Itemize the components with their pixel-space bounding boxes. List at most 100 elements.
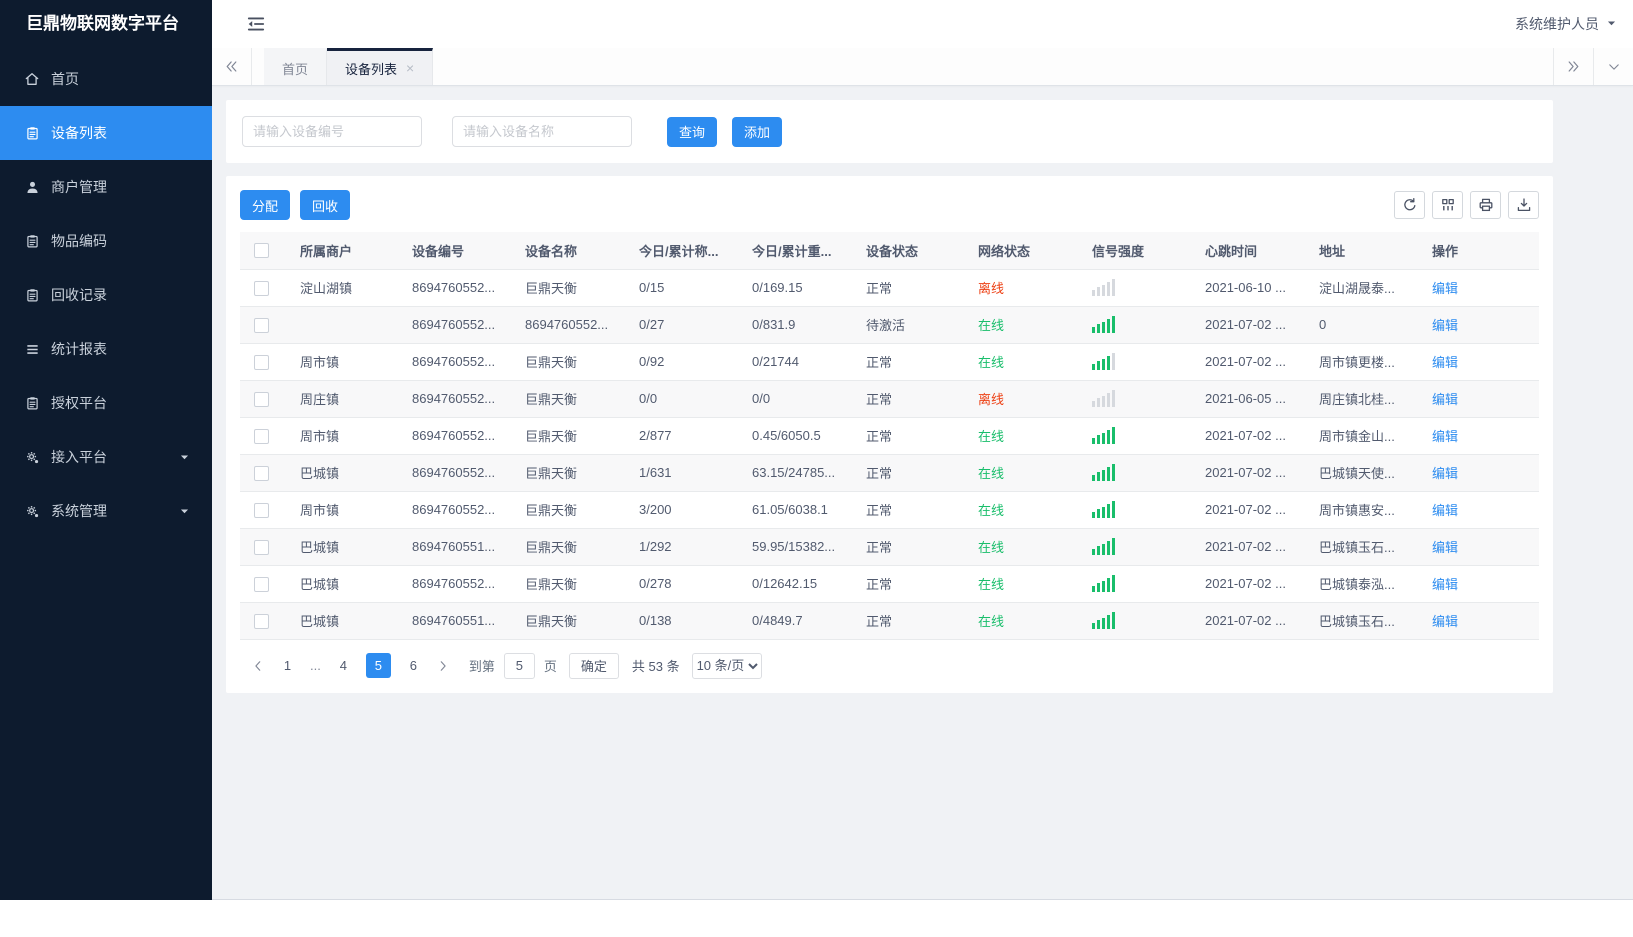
tabs-scroll-right-button[interactable] <box>1553 48 1593 85</box>
cell-count: 1/292 <box>629 528 742 566</box>
cell-device_no: 8694760552... <box>402 306 515 344</box>
cell-status: 正常 <box>856 528 968 566</box>
tab-close-icon[interactable]: × <box>406 61 414 75</box>
network-status-badge: 在线 <box>978 614 1005 629</box>
signal-strength-icon <box>1092 316 1185 333</box>
tabs-list: 首页 设备列表 × <box>264 48 434 85</box>
page-button-5[interactable]: 5 <box>365 653 391 678</box>
cell-device_name: 8694760552... <box>515 306 629 344</box>
edit-link[interactable]: 编辑 <box>1432 429 1458 444</box>
cell-count: 0/0 <box>629 380 742 418</box>
gear-icon <box>24 449 40 465</box>
sidebar-item-device-list[interactable]: 设备列表 <box>0 106 212 160</box>
prev-page-button[interactable] <box>246 653 270 679</box>
table-row: 巴城镇 8694760552... 巨鼎天衡 1/631 63.15/24785... 正… <box>240 454 1539 492</box>
refresh-button[interactable] <box>1394 191 1425 219</box>
cell-signal <box>1082 306 1195 344</box>
row-checkbox[interactable] <box>254 354 269 370</box>
row-checkbox[interactable] <box>254 576 269 592</box>
row-checkbox[interactable] <box>254 428 269 444</box>
edit-link[interactable]: 编辑 <box>1432 614 1458 629</box>
edit-link[interactable]: 编辑 <box>1432 577 1458 592</box>
sidebar-item-item-code[interactable]: 物品编码 <box>0 214 212 268</box>
signal-strength-icon <box>1092 279 1185 296</box>
signal-strength-icon <box>1092 538 1185 555</box>
cell-signal <box>1082 380 1195 418</box>
cell-signal <box>1082 565 1195 603</box>
goto-confirm-button[interactable]: 确定 <box>568 652 619 679</box>
device-no-input[interactable] <box>242 116 422 147</box>
row-checkbox[interactable] <box>254 317 269 333</box>
device-name-input[interactable] <box>452 116 632 147</box>
cell-merchant <box>290 306 402 344</box>
sidebar-item-auth-platform[interactable]: 授权平台 <box>0 376 212 430</box>
table-row: 巴城镇 8694760552... 巨鼎天衡 0/278 0/12642.15 正常 在线 2… <box>240 565 1539 603</box>
cell-device_no: 8694760551... <box>402 528 515 566</box>
column-header: 今日/累计重... <box>742 232 856 270</box>
columns-button[interactable] <box>1432 191 1463 219</box>
row-checkbox[interactable] <box>254 613 269 629</box>
query-button[interactable]: 查询 <box>667 116 718 147</box>
row-checkbox[interactable] <box>254 502 269 518</box>
sidebar-item-label: 授权平台 <box>51 395 107 411</box>
sidebar-item-merchant-mgmt[interactable]: 商户管理 <box>0 160 212 214</box>
sidebar-item-system-mgmt[interactable]: 系统管理 <box>0 484 212 538</box>
network-status-badge: 在线 <box>978 318 1005 333</box>
assign-button[interactable]: 分配 <box>240 190 291 220</box>
recycle-button[interactable]: 回收 <box>300 190 351 220</box>
edit-link[interactable]: 编辑 <box>1432 281 1458 296</box>
table-row: 巴城镇 8694760551... 巨鼎天衡 1/292 59.95/15382... 正… <box>240 528 1539 566</box>
row-checkbox[interactable] <box>254 465 269 481</box>
add-button[interactable]: 添加 <box>732 116 783 147</box>
sidebar-item-access-platform[interactable]: 接入平台 <box>0 430 212 484</box>
sidebar-item-label: 首页 <box>51 71 79 87</box>
tabs-menu-button[interactable] <box>1593 48 1633 85</box>
edit-link[interactable]: 编辑 <box>1432 540 1458 555</box>
cell-address: 淀山湖晟泰... <box>1309 269 1422 307</box>
sidebar-item-label: 统计报表 <box>51 341 107 357</box>
cell-network-status: 在线 <box>968 565 1082 603</box>
cell-address: 巴城镇泰泓... <box>1309 565 1422 603</box>
row-checkbox[interactable] <box>254 280 269 296</box>
sidebar-item-label: 设备列表 <box>51 125 107 141</box>
column-header: 网络状态 <box>968 232 1082 270</box>
user-menu[interactable]: 系统维护人员 <box>1515 14 1617 34</box>
tabs-scroll-left-button[interactable] <box>212 48 252 85</box>
list-icon <box>24 341 40 357</box>
edit-link[interactable]: 编辑 <box>1432 355 1458 370</box>
column-header: 所属商户 <box>290 232 402 270</box>
cell-device_no: 8694760552... <box>402 491 515 529</box>
page-size-select[interactable]: 10 条/页 <box>691 652 762 679</box>
cell-actions: 编辑 <box>1422 343 1539 381</box>
menu-fold-icon[interactable] <box>246 14 266 34</box>
column-header: 设备状态 <box>856 232 968 270</box>
row-checkbox[interactable] <box>254 391 269 407</box>
cell-network-status: 在线 <box>968 306 1082 344</box>
cell-status: 正常 <box>856 602 968 640</box>
cell-merchant: 周市镇 <box>290 343 402 381</box>
sidebar-item-stats-report[interactable]: 统计报表 <box>0 322 212 376</box>
column-header: 设备编号 <box>402 232 515 270</box>
goto-page-input[interactable] <box>503 652 535 679</box>
page-button-1[interactable]: 1 <box>275 653 300 678</box>
sidebar-item-recycle-records[interactable]: 回收记录 <box>0 268 212 322</box>
cell-actions: 编辑 <box>1422 491 1539 529</box>
edit-link[interactable]: 编辑 <box>1432 318 1458 333</box>
cell-address: 巴城镇玉石... <box>1309 528 1422 566</box>
cell-address: 0 <box>1309 306 1422 344</box>
page-button-6[interactable]: 6 <box>401 653 426 678</box>
row-checkbox[interactable] <box>254 539 269 555</box>
edit-link[interactable]: 编辑 <box>1432 503 1458 518</box>
print-button[interactable] <box>1470 191 1501 219</box>
page-button-4[interactable]: 4 <box>331 653 356 678</box>
edit-link[interactable]: 编辑 <box>1432 466 1458 481</box>
cell-actions: 编辑 <box>1422 306 1539 344</box>
select-all-checkbox[interactable] <box>254 243 269 259</box>
export-button[interactable] <box>1508 191 1539 219</box>
table-toolbar: 分配 回收 <box>240 190 1539 220</box>
tab-device-list[interactable]: 设备列表 × <box>327 48 434 85</box>
edit-link[interactable]: 编辑 <box>1432 392 1458 407</box>
tab-home[interactable]: 首页 <box>264 48 328 85</box>
next-page-button[interactable] <box>431 653 455 679</box>
sidebar-item-home[interactable]: 首页 <box>0 52 212 106</box>
